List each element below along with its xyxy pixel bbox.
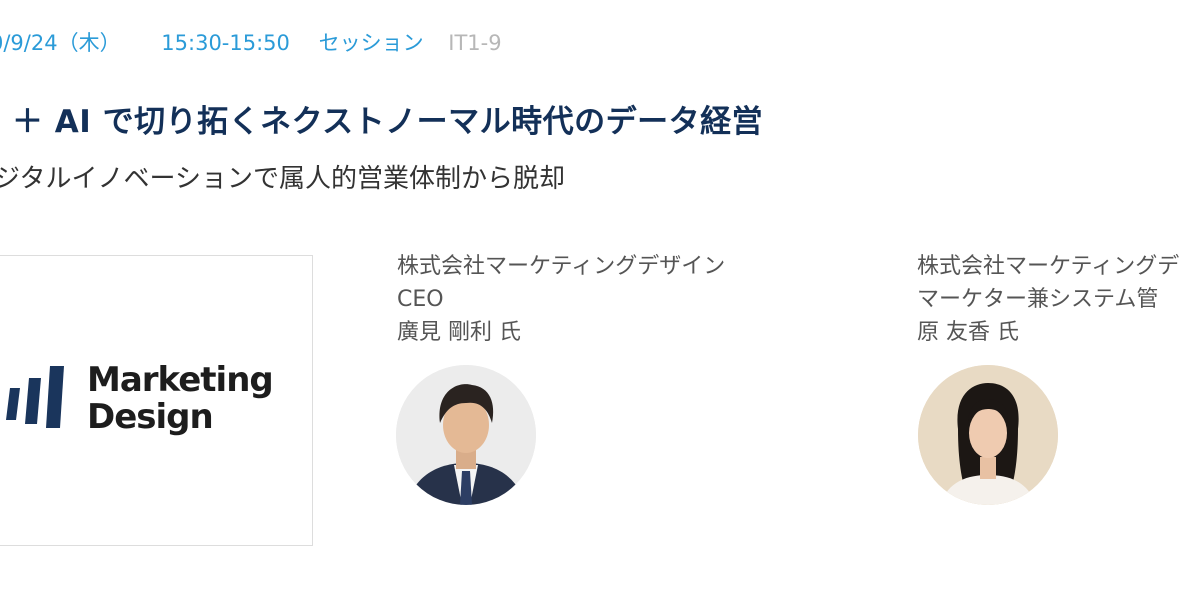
sponsor-logo-text: Marketing Design [87, 360, 274, 437]
session-meta: 0/9/24（木） 15:30-15:50 セッション IT1-9 [0, 27, 502, 57]
person-portrait-icon [918, 365, 1058, 505]
session-date: 0/9/24（木） [0, 31, 121, 55]
person-portrait-icon [396, 365, 536, 505]
logo-word-marketing: Marketing [87, 360, 274, 400]
speaker-avatar [918, 365, 1058, 505]
session-type: セッション [318, 31, 424, 55]
session-title: ＋ AI で切り拓くネクストノーマル時代のデータ経営 [12, 104, 764, 140]
speaker-company: 株式会社マーケティングデザイン [397, 254, 726, 279]
speaker-card: 株式会社マーケティングデ マーケター兼システム管 原 友香 氏 [917, 250, 1179, 349]
sponsor-logo[interactable]: Marketing Design [0, 255, 313, 546]
session-subtitle: ジタルイノベーションで属人的営業体制から脱却 [0, 164, 565, 194]
logo-word-design: Design [87, 397, 214, 437]
speaker-avatar [396, 365, 536, 505]
speaker-role: CEO [397, 287, 444, 312]
bar-chart-logo-icon [6, 366, 64, 428]
speaker-company: 株式会社マーケティングデ [917, 254, 1180, 279]
session-time: 15:30-15:50 [161, 31, 290, 55]
speaker-role: マーケター兼システム管 [917, 287, 1159, 312]
session-code: IT1-9 [448, 31, 502, 55]
speaker-card: 株式会社マーケティングデザイン CEO 廣見 剛利 氏 [397, 250, 725, 349]
speaker-name: 廣見 剛利 氏 [397, 320, 521, 345]
speaker-name: 原 友香 氏 [917, 320, 1019, 345]
